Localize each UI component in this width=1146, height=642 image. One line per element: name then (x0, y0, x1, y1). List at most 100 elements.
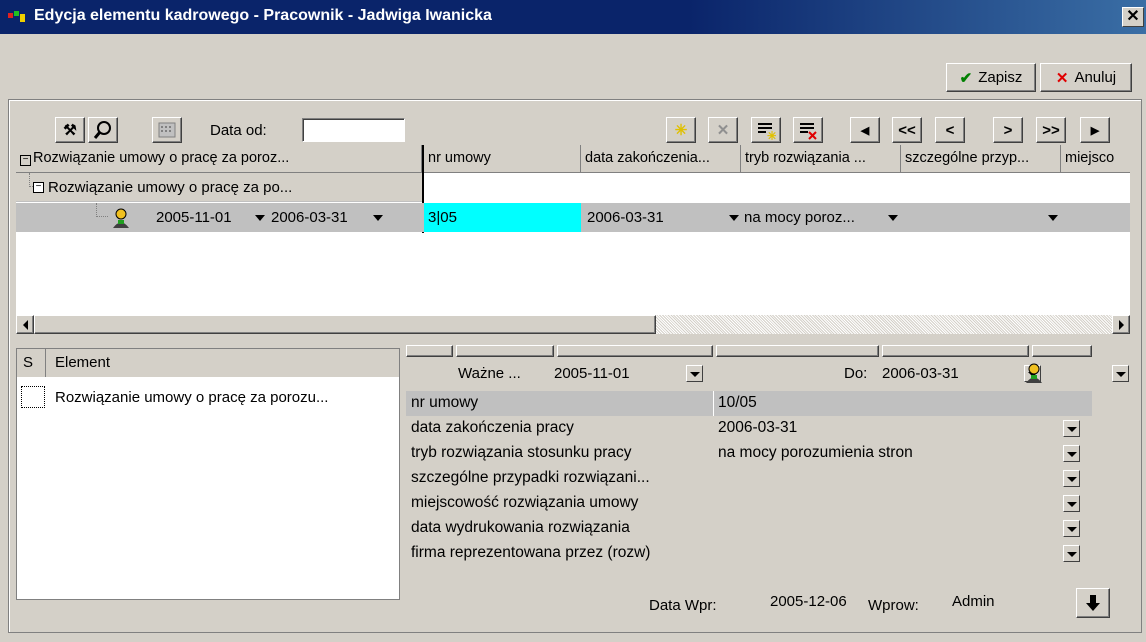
tab[interactable] (882, 345, 1029, 357)
property-label: data wydrukowania rozwiązania (411, 519, 630, 536)
scroll-right-button[interactable] (1112, 315, 1130, 334)
dropdown-arrow-icon[interactable] (373, 215, 383, 221)
property-label: tryb rozwiązania stosunku pracy (411, 444, 632, 461)
person-icon[interactable] (1023, 362, 1045, 384)
tree-line-icon (96, 203, 108, 217)
date-from-input[interactable] (302, 118, 405, 142)
valid-from-value[interactable]: 2005-11-01 (554, 365, 630, 382)
move-down-button[interactable] (1076, 588, 1110, 618)
col-header-szczegolne[interactable]: szczególne przyp... (901, 145, 1061, 173)
add-button[interactable]: ✳ (666, 117, 696, 143)
nav-prev-page-button[interactable]: << (892, 117, 922, 143)
svg-text:✳: ✳ (767, 129, 776, 140)
double-chevron-right-icon: >> (1042, 121, 1060, 139)
person-dropdown[interactable] (1112, 365, 1130, 382)
property-row[interactable]: data zakończenia pracy 2006-03-31 (406, 416, 1092, 441)
valid-from-dropdown[interactable] (686, 365, 703, 382)
tab[interactable] (716, 345, 879, 357)
col-header-nr-umowy[interactable]: nr umowy (422, 145, 581, 173)
search-button[interactable] (88, 117, 118, 143)
leaf-date-from[interactable]: 2005-11-01 (156, 209, 232, 226)
col-header-tryb[interactable]: tryb rozwiązania ... (741, 145, 901, 173)
property-value[interactable]: na mocy porozumienia stron (718, 444, 913, 462)
property-value[interactable]: 10/05 (718, 394, 757, 412)
scroll-left-button[interactable] (16, 315, 34, 334)
tab[interactable] (456, 345, 554, 357)
horizontal-scrollbar[interactable] (16, 315, 1130, 334)
tab[interactable] (1032, 345, 1092, 357)
scroll-thumb[interactable] (34, 315, 656, 334)
table-row[interactable]: 2005-11-01 2006-03-31 3|05 2006-03-31 na… (16, 203, 1130, 232)
tools-button[interactable]: ⚒ (55, 117, 85, 143)
triangle-right-icon (1118, 319, 1124, 330)
arrow-down-icon (1086, 595, 1100, 611)
col-header-s[interactable]: S (23, 354, 33, 371)
tree-node[interactable]: − Rozwiązanie umowy o pracę za po... (16, 173, 422, 202)
add-row-icon: ✳ (758, 123, 776, 140)
checkbox[interactable] (21, 386, 45, 408)
leaf-date-to[interactable]: 2006-03-31 (271, 209, 348, 226)
nr-umowy-cell[interactable]: 3|05 (424, 203, 581, 232)
dropdown-arrow-icon[interactable] (255, 215, 265, 221)
save-button[interactable]: ✔ Zapisz (946, 63, 1036, 92)
dropdown-arrow-icon[interactable] (888, 215, 898, 221)
triangle-left-icon (22, 319, 28, 330)
data-zakonczenia-value[interactable]: 2006-03-31 (587, 209, 664, 226)
calendar-icon (158, 122, 176, 138)
delete-button[interactable]: ✕ (708, 117, 738, 143)
valid-to-value[interactable]: 2006-03-31 (882, 365, 959, 382)
nav-next-button[interactable]: > (993, 117, 1023, 143)
valid-label: Ważne ... (458, 365, 521, 382)
add-row-button[interactable]: ✳ (751, 117, 781, 143)
property-row[interactable]: data wydrukowania rozwiązania (406, 516, 1092, 541)
property-label: firma reprezentowana przez (rozw) (411, 544, 651, 561)
property-row[interactable]: szczególne przypadki rozwiązani... (406, 466, 1092, 491)
property-value[interactable]: 2006-03-31 (718, 419, 797, 437)
close-button[interactable]: ✕ (1122, 7, 1144, 27)
nav-next-page-button[interactable]: >> (1036, 117, 1066, 143)
property-label: szczególne przypadki rozwiązani... (411, 469, 650, 486)
property-row[interactable]: nr umowy 10/05 (406, 391, 1092, 416)
star-icon: ✳ (674, 122, 688, 139)
nav-prev-button[interactable]: < (935, 117, 965, 143)
property-row[interactable]: miejscowość rozwiązania umowy (406, 491, 1092, 516)
cancel-button[interactable]: ✕ Anuluj (1040, 63, 1132, 92)
grid-header: − Rozwiązanie umowy o pracę za poroz... n… (16, 145, 1130, 173)
cross-icon: ✕ (1055, 69, 1069, 87)
property-dropdown[interactable] (1063, 520, 1080, 537)
property-row[interactable]: tryb rozwiązania stosunku pracy na mocy … (406, 441, 1092, 466)
close-icon: ✕ (1126, 8, 1140, 25)
nav-first-button[interactable]: ◀ (850, 117, 880, 143)
property-row[interactable]: firma reprezentowana przez (rozw) (406, 541, 1092, 566)
tree-grid: − Rozwiązanie umowy o pracę za poroz... n… (16, 145, 1130, 315)
checkmark-icon: ✔ (959, 69, 973, 87)
divider (713, 391, 714, 416)
divider (45, 349, 46, 377)
calendar-button[interactable] (152, 117, 182, 143)
tree-header[interactable]: − Rozwiązanie umowy o pracę za poroz... (16, 145, 422, 173)
search-icon (93, 121, 111, 139)
property-dropdown[interactable] (1063, 545, 1080, 562)
double-chevron-left-icon: << (898, 121, 916, 139)
tryb-value[interactable]: na mocy poroz... (744, 209, 855, 226)
list-item[interactable]: Rozwiązanie umowy o pracę za porozu... (17, 386, 399, 410)
tab[interactable] (557, 345, 713, 357)
col-header-element[interactable]: Element (55, 354, 110, 371)
details-tabs (406, 345, 1096, 363)
dropdown-arrow-icon[interactable] (1048, 215, 1058, 221)
col-header-data-zakonczenia[interactable]: data zakończenia... (581, 145, 741, 173)
app-icon (8, 11, 25, 22)
col-header-miejsco[interactable]: miejsco (1061, 145, 1130, 173)
tab[interactable] (406, 345, 453, 357)
property-dropdown[interactable] (1063, 445, 1080, 462)
dropdown-arrow-icon[interactable] (729, 215, 739, 221)
property-dropdown[interactable] (1063, 495, 1080, 512)
triangle-right-icon: ▶ (1090, 124, 1100, 137)
person-icon (113, 208, 129, 228)
nav-last-button[interactable]: ▶ (1080, 117, 1110, 143)
list-item-label: Rozwiązanie umowy o pracę za porozu... (55, 389, 329, 406)
delete-row-button[interactable] (793, 117, 823, 143)
property-dropdown[interactable] (1063, 420, 1080, 437)
property-label: miejscowość rozwiązania umowy (411, 494, 639, 511)
property-dropdown[interactable] (1063, 470, 1080, 487)
